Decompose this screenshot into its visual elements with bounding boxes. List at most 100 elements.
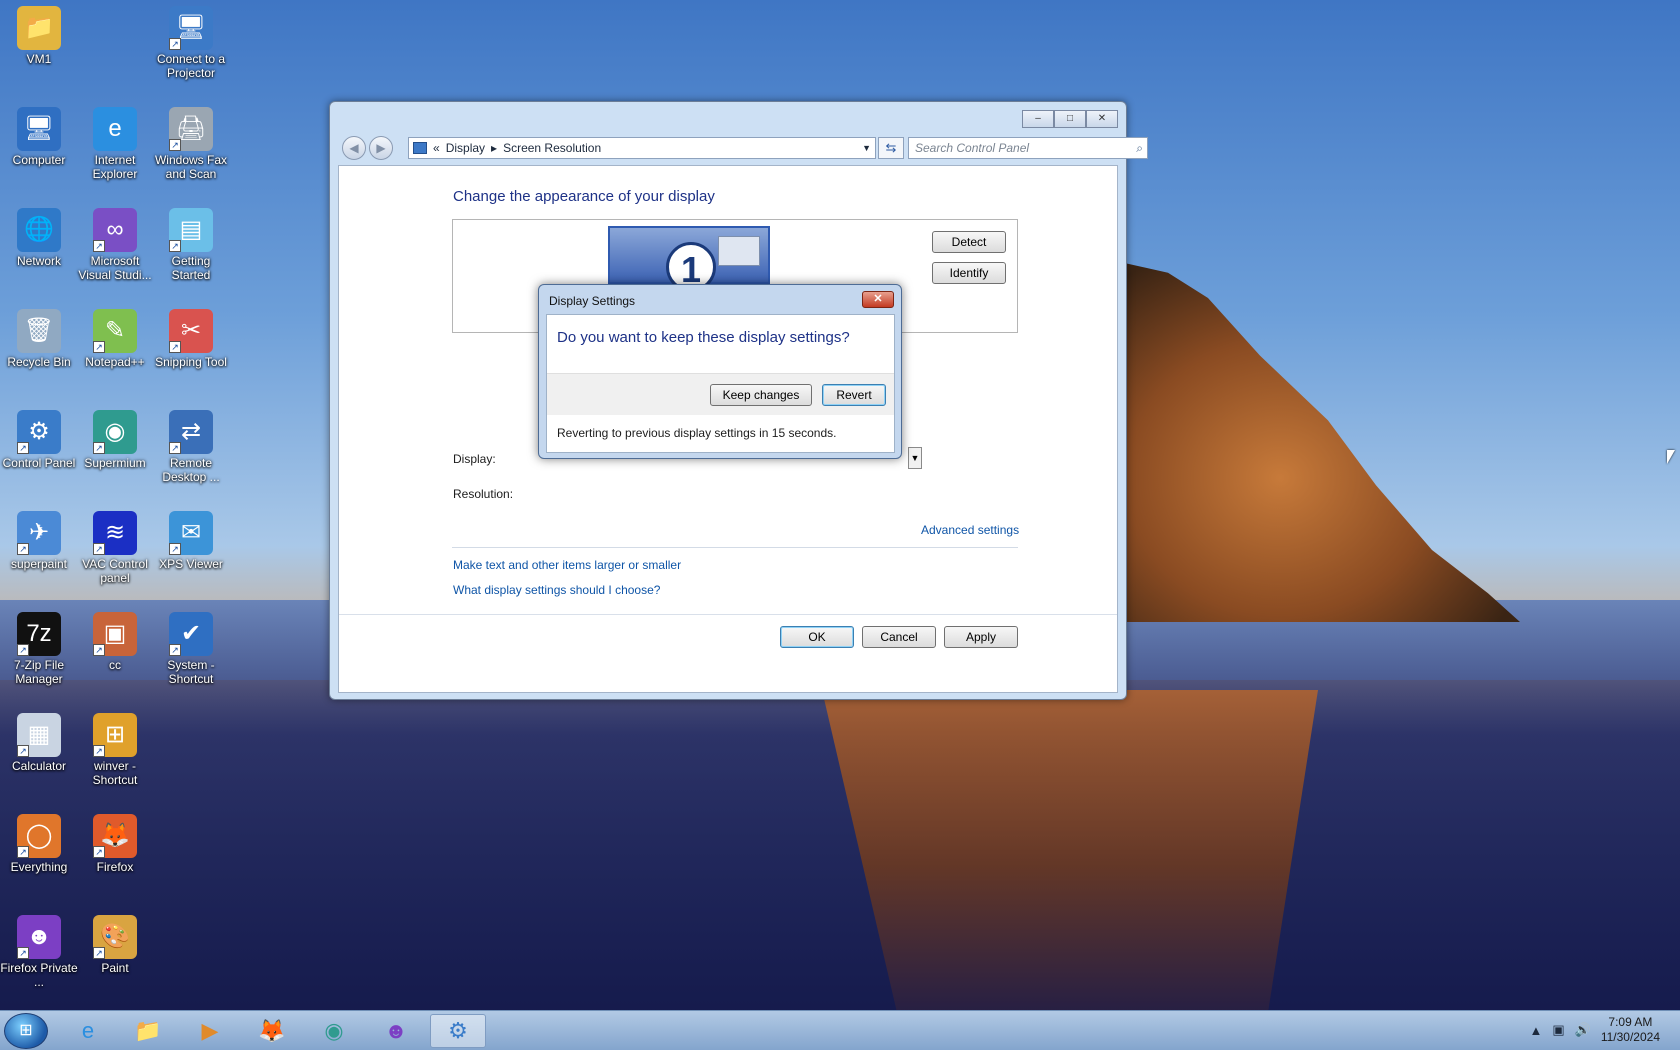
- taskbar-firefox-icon[interactable]: 🦊: [244, 1014, 300, 1048]
- app-icon: ⇄ ↗: [169, 410, 213, 454]
- desktop-icon-everything[interactable]: ◯ ↗ Everything: [0, 810, 78, 900]
- windows-logo-icon: ⊞: [19, 1022, 33, 1039]
- desktop-icon-xps-viewer[interactable]: ✉ ↗ XPS Viewer: [152, 507, 230, 597]
- network-icon[interactable]: ▣: [1552, 1022, 1564, 1038]
- shortcut-arrow-icon: ↗: [169, 240, 181, 252]
- desktop-icon-vac-control-panel[interactable]: ≋ ↗ VAC Control panel: [76, 507, 154, 597]
- desktop-icon-label: Recycle Bin: [7, 355, 71, 369]
- window-glyph-icon: [718, 236, 760, 266]
- desktop-icon-label: Firefox Private ...: [0, 961, 78, 989]
- minimize-button[interactable]: –: [1022, 110, 1054, 128]
- forward-arrow-icon: ▶: [376, 141, 386, 155]
- footer-divider: [339, 614, 1117, 615]
- display-help-link[interactable]: What display settings should I choose?: [453, 583, 660, 597]
- desktop-icon-label: cc: [109, 658, 121, 672]
- dialog-title: Display Settings: [549, 294, 636, 308]
- breadcrumb-display[interactable]: Display: [446, 141, 485, 155]
- taskbar-media-player-icon[interactable]: ▶: [182, 1014, 238, 1048]
- desktop-icon-getting-started[interactable]: ▤ ↗ Getting Started: [152, 204, 230, 294]
- desktop-icon-computer[interactable]: 🖥 Computer: [0, 103, 78, 193]
- chevron-right-icon: ▸: [491, 141, 498, 155]
- desktop-icon-label: winver - Shortcut: [92, 759, 138, 787]
- desktop-icon-recycle-bin[interactable]: 🗑 Recycle Bin: [0, 305, 78, 395]
- search-input[interactable]: Search Control Panel ⌕: [908, 137, 1148, 159]
- desktop-icon-connect-to-a-projector[interactable]: 🖥 ↗ Connect to a Projector: [152, 2, 230, 92]
- maximize-button[interactable]: □: [1054, 110, 1086, 128]
- dialog-close-button[interactable]: ✕: [862, 291, 894, 308]
- chevron-down-icon[interactable]: ▼: [862, 143, 871, 153]
- desktop-icon-internet-explorer[interactable]: e Internet Explorer: [76, 103, 154, 193]
- breadcrumb-overflow[interactable]: «: [433, 141, 440, 155]
- desktop-icon-paint[interactable]: 🎨 ↗ Paint: [76, 911, 154, 1001]
- forward-button[interactable]: ▶: [369, 136, 393, 160]
- close-button[interactable]: ✕: [1086, 110, 1118, 128]
- desktop-icon-7-zip-file-manager[interactable]: 7z ↗ 7-Zip File Manager: [0, 608, 78, 698]
- shortcut-arrow-icon: ↗: [93, 846, 105, 858]
- search-placeholder: Search Control Panel: [915, 141, 1030, 155]
- control-panel-icon: [413, 142, 427, 154]
- revert-button[interactable]: Revert: [822, 384, 886, 406]
- desktop-icon-winver-shortcut[interactable]: ⊞ ↗ winver - Shortcut: [76, 709, 154, 799]
- identify-button[interactable]: Identify: [932, 262, 1006, 284]
- desktop-icon-superpaint[interactable]: ✈ ↗ superpaint: [0, 507, 78, 597]
- app-icon: ✔ ↗: [169, 612, 213, 656]
- mouse-cursor-icon: [1667, 450, 1675, 464]
- desktop-icon-supermium[interactable]: ◉ ↗ Supermium: [76, 406, 154, 496]
- shortcut-arrow-icon: ↗: [93, 442, 105, 454]
- taskbar-firefox-private-icon[interactable]: ☻: [368, 1014, 424, 1048]
- shortcut-arrow-icon: ↗: [17, 543, 29, 555]
- desktop-icon-label: XPS Viewer: [159, 557, 223, 571]
- desktop-icon-firefox[interactable]: 🦊 ↗ Firefox: [76, 810, 154, 900]
- breadcrumb-screen-resolution[interactable]: Screen Resolution: [503, 141, 601, 155]
- app-icon: 🖥: [17, 107, 61, 151]
- clock[interactable]: 7:09 AM 11/30/2024: [1601, 1015, 1660, 1045]
- start-button[interactable]: ⊞: [4, 1013, 48, 1049]
- desktop-icon-label: Paint: [101, 961, 129, 975]
- back-button[interactable]: ◀: [342, 136, 366, 160]
- desktop-icon-label: Notepad++: [85, 355, 145, 369]
- desktop-icon-label: VM1: [26, 52, 52, 66]
- desktop-icon-cc[interactable]: ▣ ↗ cc: [76, 608, 154, 698]
- breadcrumb[interactable]: « Display ▸ Screen Resolution ▼: [408, 137, 876, 159]
- monitor-1-icon[interactable]: 1: [608, 226, 770, 292]
- app-icon: 🌐: [17, 208, 61, 252]
- desktop-icon-notepad[interactable]: ✎ ↗ Notepad++: [76, 305, 154, 395]
- text-size-link[interactable]: Make text and other items larger or smal…: [453, 558, 681, 572]
- volume-icon[interactable]: 🔊: [1575, 1022, 1591, 1038]
- ok-button[interactable]: OK: [780, 626, 854, 648]
- desktop-icon-snipping-tool[interactable]: ✂ ↗ Snipping Tool: [152, 305, 230, 395]
- display-dropdown-arrow[interactable]: ▼: [908, 447, 922, 469]
- shortcut-arrow-icon: ↗: [17, 846, 29, 858]
- shortcut-arrow-icon: ↗: [169, 341, 181, 353]
- divider: [452, 547, 1018, 548]
- desktop-icon-remote-desktop[interactable]: ⇄ ↗ Remote Desktop ...: [152, 406, 230, 496]
- desktop-icon-windows-fax-and-scan[interactable]: 🖨 ↗ Windows Fax and Scan: [152, 103, 230, 193]
- desktop-icon-microsoft-visual-studi[interactable]: ∞ ↗ Microsoft Visual Studi...: [76, 204, 154, 294]
- taskbar-control-panel-icon[interactable]: ⚙: [430, 1014, 486, 1048]
- show-hidden-icons-icon[interactable]: ▲: [1529, 1023, 1542, 1038]
- chevron-down-icon: ▼: [910, 453, 920, 463]
- desktop-icon-label: Snipping Tool: [155, 355, 227, 369]
- desktop-icon-control-panel[interactable]: ⚙ ↗ Control Panel: [0, 406, 78, 496]
- detect-button[interactable]: Detect: [932, 231, 1006, 253]
- taskbar-supermium-icon[interactable]: ◉: [306, 1014, 362, 1048]
- desktop-icon-network[interactable]: 🌐 Network: [0, 204, 78, 294]
- taskbar-internet-explorer-icon[interactable]: e: [60, 1014, 116, 1048]
- advanced-settings-link[interactable]: Advanced settings: [921, 523, 1019, 537]
- refresh-button[interactable]: ⇆: [878, 137, 904, 159]
- display-settings-dialog: Display Settings ✕ Do you want to keep t…: [538, 284, 902, 459]
- search-icon[interactable]: ⌕: [1136, 138, 1143, 158]
- shortcut-arrow-icon: ↗: [93, 543, 105, 555]
- apply-button[interactable]: Apply: [944, 626, 1018, 648]
- desktop-icon-vm1[interactable]: 📁 VM1: [0, 2, 78, 92]
- desktop-icon-calculator[interactable]: ▦ ↗ Calculator: [0, 709, 78, 799]
- desktop-icon-firefox-private[interactable]: ☻ ↗ Firefox Private ...: [0, 911, 78, 1001]
- desktop-icon-system-shortcut[interactable]: ✔ ↗ System - Shortcut: [152, 608, 230, 698]
- shortcut-arrow-icon: ↗: [17, 947, 29, 959]
- app-icon: 🎨 ↗: [93, 915, 137, 959]
- keep-changes-button[interactable]: Keep changes: [710, 384, 812, 406]
- revert-countdown: Reverting to previous display settings i…: [557, 426, 837, 440]
- taskbar-file-explorer-icon[interactable]: 📁: [120, 1014, 176, 1048]
- app-icon: ≋ ↗: [93, 511, 137, 555]
- cancel-button[interactable]: Cancel: [862, 626, 936, 648]
